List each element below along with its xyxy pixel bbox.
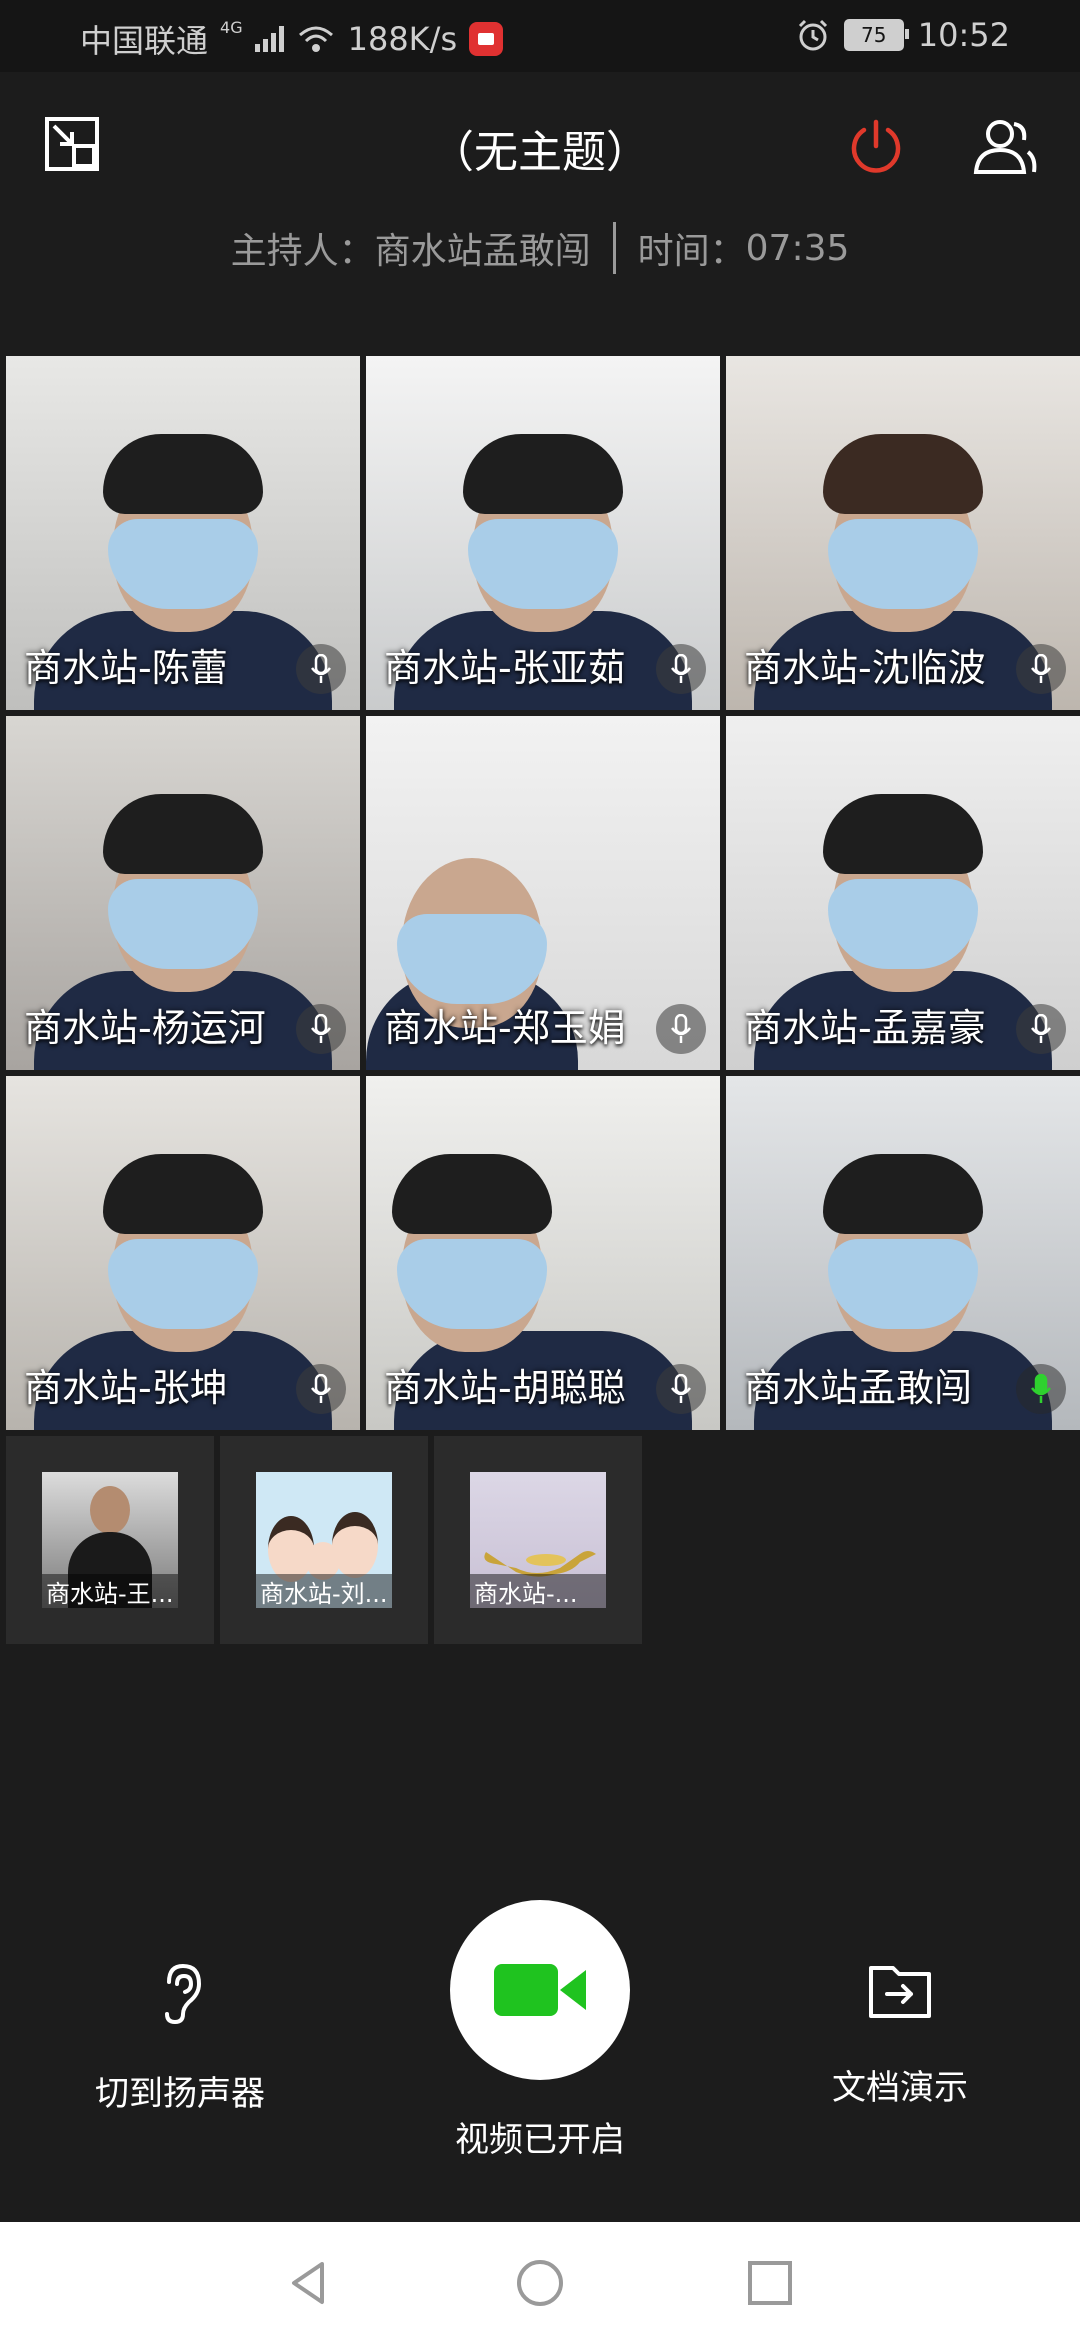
document-share-label: 文档演示 [832, 2068, 968, 2108]
avatar: 商水站-刘... [256, 1472, 392, 1608]
info-divider [612, 222, 616, 274]
network-speed: 188K/s [347, 20, 458, 58]
mic-muted-icon [1016, 644, 1066, 694]
participant-name: 商水站-郑玉娟 [384, 1006, 626, 1050]
video-tile[interactable]: 商水站-郑玉娟 [366, 716, 720, 1070]
network-type: 4G [220, 17, 243, 37]
video-toggle-circle[interactable] [450, 1900, 630, 2080]
participant-name: 商水站-陈蕾 [24, 646, 228, 690]
alarm-icon [798, 19, 827, 51]
meeting-screen: 中国联通 4G 188K/s 75 10:52 （无主题） 主持人： 商水站孟敢… [0, 0, 1080, 2340]
audio-participant-label: 商水站-王... [42, 1574, 178, 1608]
status-bar: 中国联通 4G 188K/s 75 10:52 [0, 0, 1080, 72]
video-tile[interactable]: 商水站-杨运河 [6, 716, 360, 1070]
clock-time: 10:52 [917, 16, 1010, 54]
participant-name: 商水站-沈临波 [744, 646, 986, 690]
avatar: 商水站-... [470, 1472, 606, 1608]
video-tile[interactable]: 商水站-胡聪聪 [366, 1076, 720, 1430]
battery-icon: 75 [843, 19, 909, 51]
mic-muted-icon [1016, 1004, 1066, 1054]
video-toggle-label: 视频已开启 [455, 2120, 625, 2160]
time-label: 时间： [637, 231, 746, 272]
power-icon[interactable] [846, 116, 906, 176]
system-nav-bar [0, 2222, 1080, 2340]
video-tile[interactable]: 商水站-沈临波 [726, 356, 1080, 710]
mic-muted-icon [296, 1004, 346, 1054]
ear-icon [165, 1963, 202, 2025]
participant-name: 商水站-张亚茹 [384, 646, 626, 690]
meeting-info: 主持人： 商水站孟敢闯 时间： 07:35 [0, 222, 1080, 274]
meeting-duration: 07:35 [745, 227, 850, 269]
video-tile[interactable]: 商水站-陈蕾 [6, 356, 360, 710]
audio-participant-label: 商水站-刘... [256, 1574, 392, 1608]
mic-muted-icon [296, 1364, 346, 1414]
audio-participant-card[interactable]: 商水站-... [434, 1436, 642, 1644]
host-name: 商水站孟敢闯 [374, 231, 591, 272]
video-camera-icon [494, 1964, 586, 2016]
screen-record-icon [469, 22, 504, 56]
video-tile[interactable]: 商水站-孟嘉豪 [726, 716, 1080, 1070]
members-icon[interactable] [972, 116, 1038, 176]
mic-muted-icon [296, 644, 346, 694]
mic-active-icon [1016, 1364, 1066, 1414]
participant-name: 商水站-胡聪聪 [384, 1366, 626, 1410]
audio-participant-card[interactable]: 商水站-王... [6, 1436, 214, 1644]
meeting-title: （无主题） [430, 127, 650, 178]
bottom-controls: 切到扬声器 视频已开启 文档演示 [0, 1900, 1080, 2200]
mic-muted-icon [656, 1364, 706, 1414]
host-label: 主持人： [230, 231, 375, 272]
wifi-icon [298, 26, 333, 52]
participant-name: 商水站-孟嘉豪 [744, 1006, 986, 1050]
participant-name: 商水站-张坤 [24, 1366, 228, 1410]
avatar: 商水站-王... [42, 1472, 178, 1608]
signal-icon [254, 26, 284, 52]
mic-muted-icon [656, 644, 706, 694]
meeting-header: （无主题） [0, 72, 1080, 222]
back-icon[interactable] [284, 2258, 334, 2308]
video-tile[interactable]: 商水站孟敢闯 [726, 1076, 1080, 1430]
folder-share-icon [869, 1966, 931, 2018]
video-tile[interactable]: 商水站-张坤 [6, 1076, 360, 1430]
speaker-toggle-label: 切到扬声器 [95, 2074, 265, 2114]
participant-name: 商水站-杨运河 [24, 1006, 266, 1050]
video-toggle-button[interactable]: 视频已开启 [420, 1900, 660, 2161]
home-icon[interactable] [515, 2258, 565, 2308]
audio-participant-label: 商水站-... [470, 1574, 606, 1608]
carrier-text: 中国联通 [80, 22, 209, 60]
video-tile[interactable]: 商水站-张亚茹 [366, 356, 720, 710]
recents-icon[interactable] [745, 2258, 795, 2308]
document-share-button[interactable]: 文档演示 [780, 1960, 1020, 2109]
speaker-toggle-button[interactable]: 切到扬声器 [60, 1960, 300, 2115]
audio-participant-card[interactable]: 商水站-刘... [220, 1436, 428, 1644]
mic-muted-icon [656, 1004, 706, 1054]
participant-name: 商水站孟敢闯 [744, 1366, 973, 1410]
